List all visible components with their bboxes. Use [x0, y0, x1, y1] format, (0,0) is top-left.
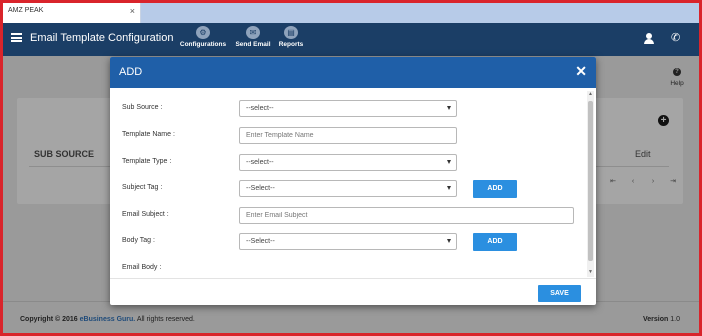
sub-source-row: Sub Source : --select-- [122, 100, 582, 118]
subject-tag-label: Subject Tag : [122, 184, 163, 191]
browser-tab[interactable]: AMZ PEAK × [3, 3, 141, 23]
prev-page-icon[interactable]: ‹ [623, 178, 643, 185]
next-page-icon[interactable]: › [643, 178, 663, 185]
email-subject-label: Email Subject : [122, 211, 169, 218]
add-body-tag-button[interactable]: ADD [473, 233, 517, 251]
browser-tab-title: AMZ PEAK [8, 7, 44, 14]
add-template-icon[interactable]: + [658, 115, 669, 126]
body-tag-select[interactable]: --Select-- [239, 233, 457, 250]
sub-source-value: --select-- [246, 105, 274, 112]
copyright-text: Copyright © 2016 eBusiness Guru. All rig… [20, 316, 195, 323]
column-header-edit: Edit [635, 149, 651, 159]
chevron-down-icon [447, 160, 451, 164]
column-header-sub-source: SUB SOURCE [34, 149, 95, 159]
app-window: AMZ PEAK × Email Template Configuration … [0, 0, 702, 336]
app-header: Email Template Configuration ⚙ Configura… [3, 23, 699, 56]
report-icon: ▤ [284, 26, 298, 39]
chevron-down-icon [447, 106, 451, 110]
pagination: ⇤ ‹ › ⇥ [603, 177, 683, 185]
template-name-input[interactable] [239, 127, 457, 144]
dialog-title: ADD [119, 66, 143, 78]
nav-reports-label: Reports [278, 41, 304, 48]
brand-link[interactable]: eBusiness Guru. [80, 316, 136, 323]
scrollbar-thumb[interactable] [588, 101, 593, 261]
subject-tag-row: Subject Tag : --Select-- ADD [122, 180, 582, 198]
close-icon[interactable]: ✕ [575, 63, 587, 80]
template-name-row: Template Name : [122, 127, 582, 145]
add-template-dialog: ADD ✕ Sub Source : --select-- Template N… [110, 57, 596, 305]
template-type-select[interactable]: --select-- [239, 154, 457, 171]
first-page-icon[interactable]: ⇤ [603, 177, 623, 185]
scroll-up-icon[interactable]: ▲ [588, 91, 593, 97]
envelope-icon: ✉ [246, 26, 260, 39]
add-subject-tag-button[interactable]: ADD [473, 180, 517, 198]
subject-tag-value: --Select-- [246, 185, 275, 192]
chevron-down-icon [447, 239, 451, 243]
gear-icon: ⚙ [196, 26, 210, 39]
tab-close-icon[interactable]: × [130, 6, 135, 16]
nav-configurations-label: Configurations [179, 41, 227, 48]
email-subject-row: Email Subject : [122, 207, 582, 225]
nav-configurations[interactable]: ⚙ Configurations [178, 26, 228, 48]
app-title: Email Template Configuration [30, 32, 174, 44]
subject-tag-select[interactable]: --Select-- [239, 180, 457, 197]
scroll-down-icon[interactable]: ▼ [588, 269, 593, 275]
template-type-label: Template Type : [122, 158, 172, 165]
sub-source-label: Sub Source : [122, 104, 163, 111]
save-button[interactable]: SAVE [538, 285, 581, 302]
nav-reports[interactable]: ▤ Reports [266, 26, 316, 48]
dialog-header: ADD ✕ [110, 57, 596, 88]
dialog-footer: SAVE [110, 278, 596, 305]
page-footer: Copyright © 2016 eBusiness Guru. All rig… [3, 301, 699, 333]
email-body-label: Email Body : [122, 264, 162, 271]
menu-icon[interactable] [11, 33, 22, 42]
user-icon[interactable] [643, 33, 655, 45]
phone-icon[interactable]: ✆ [671, 31, 680, 44]
help-button[interactable]: ? Help [665, 68, 689, 87]
email-subject-input[interactable] [239, 207, 574, 224]
template-type-value: --select-- [246, 159, 274, 166]
help-icon: ? [673, 68, 681, 76]
body-tag-row: Body Tag : --Select-- ADD [122, 233, 582, 251]
template-type-row: Template Type : --select-- [122, 154, 582, 172]
body-tag-label: Body Tag : [122, 237, 155, 244]
dialog-body: Sub Source : --select-- Template Name : … [110, 88, 588, 278]
version-text: Version 1.0 [643, 316, 680, 323]
chevron-down-icon [447, 186, 451, 190]
email-body-row: Email Body : [122, 260, 582, 278]
help-label: Help [670, 80, 684, 87]
dialog-scrollbar[interactable]: ▲ ▼ [587, 91, 594, 277]
body-tag-value: --Select-- [246, 238, 275, 245]
last-page-icon[interactable]: ⇥ [663, 177, 683, 185]
template-name-label: Template Name : [122, 131, 175, 138]
browser-tab-strip: AMZ PEAK × [3, 3, 699, 23]
sub-source-select[interactable]: --select-- [239, 100, 457, 117]
